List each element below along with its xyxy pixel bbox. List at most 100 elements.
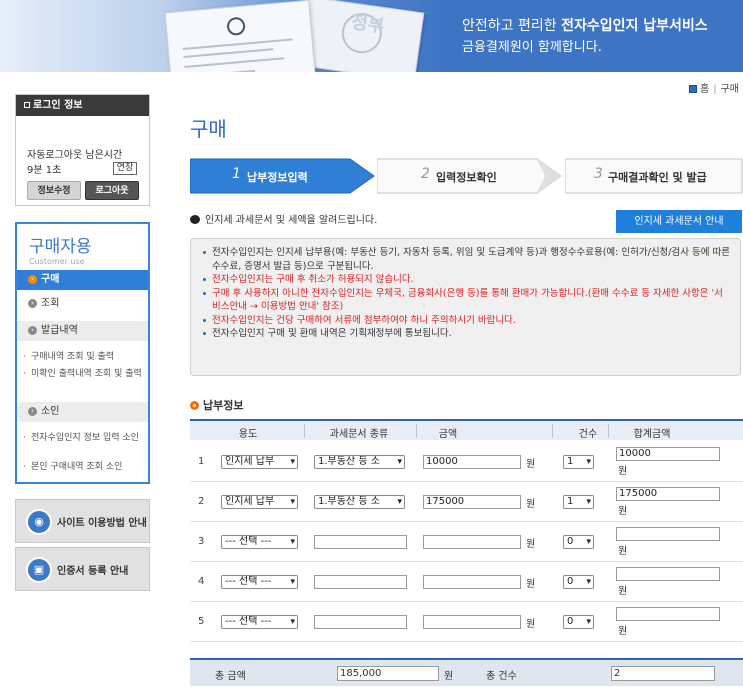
row-number: 2 — [198, 496, 205, 507]
logout-timer: 9분 1초 — [27, 165, 62, 176]
step-2: 2 입력정보확인 — [377, 158, 563, 194]
col-header-total: 합계금액 — [633, 429, 671, 440]
info-box: 전자수입인지는 인지세 납부용(예: 부동산 등기, 자동차 등록, 위임 및 … — [190, 238, 741, 376]
breadcrumb: 홈 | 구매 — [689, 80, 739, 95]
purpose-select[interactable]: 인지세 납부 — [221, 495, 298, 509]
purpose-select[interactable]: --- 선택 --- — [221, 575, 298, 589]
home-icon — [689, 85, 698, 93]
total-amount-label: 총 금액 — [215, 671, 246, 682]
table-row: 1 인지세 납부 1.부동산 등 소 10000 원 1 10000 원 — [190, 442, 743, 482]
info-line: 전자수입인지 구매 및 환매 내역은 기획재정부에 통보됩니다. — [203, 327, 730, 341]
header-subtitle: 금융결제원이 함께합니다. — [462, 40, 602, 55]
amount-input[interactable] — [423, 615, 521, 629]
sidebar-subitem-purchase-history[interactable]: 구매내역 조회 및 출력 — [23, 351, 146, 363]
count-select[interactable]: 1 — [563, 495, 594, 509]
table-header: 용도 과세문서 종류 금액 건수 합계금액 — [190, 419, 743, 440]
table-row: 3 --- 선택 --- 원 0 원 — [190, 522, 743, 562]
total-unit: 원 — [618, 546, 628, 557]
padlock-icon: ▣ — [26, 557, 52, 583]
login-info-panel: 로그인 정보 자동로그아웃 남은시간 9분 1초 연장 정보수정 로그아웃 — [15, 94, 150, 206]
total-amount-field — [616, 567, 720, 581]
step-3: 3 구매결과확인 및 발급 — [565, 158, 743, 194]
amount-input[interactable] — [423, 575, 521, 589]
sidebar-item-issuance[interactable]: › 발급내역 — [17, 321, 148, 341]
info-line: 전자수입인지는 구매 후 취소가 허용되지 않습니다. — [203, 273, 730, 287]
arrow-bullet-icon: › — [28, 299, 37, 308]
sidebar-item-purchase[interactable]: › 구매 — [17, 270, 148, 290]
doc-gov-text: 정부 — [349, 11, 386, 38]
purpose-select[interactable]: --- 선택 --- — [221, 615, 298, 629]
header-title: 안전하고 편리한 전자수입인지 납부서비스 — [462, 18, 708, 34]
count-select[interactable]: 0 — [563, 575, 594, 589]
purpose-select[interactable]: 인지세 납부 — [221, 455, 298, 469]
amount-unit: 원 — [526, 459, 536, 470]
total-amount-field: 10000 — [616, 447, 720, 461]
auto-logout-label: 자동로그아웃 남은시간 — [27, 150, 123, 161]
count-select[interactable]: 0 — [563, 535, 594, 549]
doc-type-select[interactable]: 1.부동산 등 소 — [314, 495, 405, 509]
info-line: 구매 후 사용하지 아니한 전자수입인지는 우체국, 금융회사(은행 등)를 통… — [203, 287, 730, 314]
extend-session-button[interactable]: 연장 — [113, 162, 137, 175]
doc-type-field — [314, 615, 407, 629]
total-amount-unit: 원 — [444, 671, 454, 682]
lock-icon — [24, 102, 30, 108]
step-2-number: 2 — [421, 166, 430, 182]
amount-input[interactable]: 10000 — [423, 455, 521, 469]
cert-guide-label: 인증서 등록 안내 — [57, 566, 129, 577]
amount-input[interactable]: 175000 — [423, 495, 521, 509]
doc-type-select[interactable]: 1.부동산 등 소 — [314, 455, 405, 469]
sidebar-item-inquiry[interactable]: › 조회 — [17, 294, 148, 314]
table-row: 4 --- 선택 --- 원 0 원 — [190, 562, 743, 602]
row-number: 1 — [198, 456, 205, 467]
row-number: 5 — [198, 616, 205, 627]
tax-document-guide-button[interactable]: 인지세 과세문서 안내 — [616, 210, 742, 233]
sidebar-item-cancel[interactable]: › 소인 — [17, 402, 148, 422]
login-info-header: 로그인 정보 — [16, 95, 149, 116]
speech-bubble-icon — [190, 215, 200, 224]
arrow-bullet-icon: › — [28, 275, 37, 284]
total-unit: 원 — [618, 506, 628, 517]
step-1-number: 1 — [232, 166, 241, 182]
edit-info-button[interactable]: 정보수정 — [27, 181, 81, 200]
purpose-select[interactable]: --- 선택 --- — [221, 535, 298, 549]
menu-title: 구매자용 — [29, 237, 92, 257]
usage-guide-banner[interactable]: ◉ 사이트 이용방법 안내 — [15, 499, 150, 543]
breadcrumb-home[interactable]: 홈 — [700, 84, 709, 95]
sidebar-subitem-own-history-cancel[interactable]: 본인 구매내역 조회 소인 — [23, 461, 146, 473]
guide-icon: ◉ — [26, 509, 52, 535]
col-header-count: 건수 — [578, 429, 598, 440]
table-row: 2 인지세 납부 1.부동산 등 소 175000 원 1 175000 원 — [190, 482, 743, 522]
logout-button[interactable]: 로그아웃 — [85, 181, 139, 200]
step-3-label: 구매결과확인 및 발급 — [608, 171, 707, 184]
col-header-amount: 금액 — [438, 429, 458, 440]
sidebar-subitem-info-cancel[interactable]: 전자수입인지 정보 입력 소인 — [23, 432, 146, 444]
doc-type-field — [314, 535, 407, 549]
total-count-value: 2 — [611, 666, 715, 681]
total-unit: 원 — [618, 466, 628, 477]
count-select[interactable]: 0 — [563, 615, 594, 629]
certificate-document-image — [164, 0, 317, 72]
info-line: 전자수입인지는 인지세 납부용(예: 부동산 등기, 자동차 등록, 위임 및 … — [203, 246, 730, 273]
sidebar-subitem-unconfirmed-output[interactable]: 미확인 출력내역 조회 및 출력 — [23, 368, 146, 380]
total-amount-field: 175000 — [616, 487, 720, 501]
usage-guide-label: 사이트 이용방법 안내 — [57, 518, 147, 529]
row-number: 4 — [198, 576, 205, 587]
row-number: 3 — [198, 536, 205, 547]
step-3-number: 3 — [594, 166, 603, 182]
total-count-label: 총 건수 — [486, 671, 517, 682]
arrow-bullet-icon: › — [28, 407, 37, 416]
stamp-document-image: 정부 — [295, 0, 425, 72]
cert-guide-banner[interactable]: ▣ 인증서 등록 안내 — [15, 547, 150, 591]
amount-input[interactable] — [423, 535, 521, 549]
col-header-doc-type: 과세문서 종류 — [329, 429, 389, 440]
total-amount-field — [616, 607, 720, 621]
info-line: 전자수입인지는 건당 구매하여 서류에 첨부하여야 하니 주의하시기 바랍니다. — [203, 314, 730, 328]
step-2-label: 입력정보확인 — [436, 171, 497, 184]
arrow-bullet-icon: › — [28, 326, 37, 335]
sidebar-menu: 구매자용 Customer use ›구매 ›조회 ›발급내역 구매내역 조회 … — [15, 222, 150, 484]
col-header-purpose: 용도 — [238, 429, 258, 440]
count-select[interactable]: 1 — [563, 455, 594, 469]
circle-bullet-icon — [190, 401, 199, 410]
notice-text: 인지세 과세문서 및 세액을 알려드립니다. — [190, 211, 377, 226]
totals-bar: 총 금액 185,000 원 총 건수 2 — [190, 658, 743, 686]
